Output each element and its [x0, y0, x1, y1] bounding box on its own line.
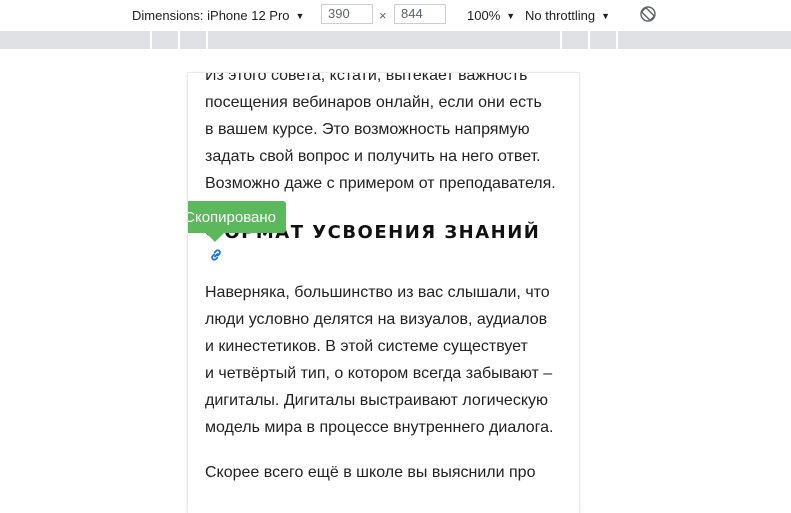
mobile-viewport: Из этого совета, кстати, вытекает важнос…: [188, 73, 579, 513]
rotate-button[interactable]: [639, 5, 657, 23]
anchor-link-button[interactable]: [208, 247, 224, 263]
paragraph-line: и четвёртый тип, о котором всегда забыва…: [205, 365, 553, 382]
media-query-ruler[interactable]: [0, 31, 791, 49]
times-symbol: ×: [379, 8, 387, 23]
ruler-tick: [150, 31, 152, 49]
ruler-tick: [588, 31, 590, 49]
article-paragraph-1: Из этого совета, кстати, вытекает важнос…: [205, 73, 565, 197]
chevron-down-icon: ▼: [601, 10, 611, 21]
chevron-down-icon: ▼: [295, 10, 305, 21]
throttling-label: No throttling: [525, 8, 596, 23]
link-icon: [211, 249, 221, 261]
paragraph-line: Скорее всего ещё в школе вы выяснили про: [205, 464, 536, 481]
paragraph-line: дигиталы. Дигиталы выстраивают логическу…: [205, 392, 548, 409]
ruler-tick: [616, 31, 618, 49]
article-paragraph-3: Скорее всего ещё в школе вы выяснили про: [205, 459, 565, 486]
dimensions-label: Dimensions: iPhone 12 Pro: [132, 8, 290, 23]
ruler-tick: [206, 31, 208, 49]
zoom-dropdown[interactable]: 100% ▼: [467, 0, 515, 31]
dimensions-dropdown[interactable]: Dimensions: iPhone 12 Pro ▼: [132, 0, 304, 31]
paragraph-line: модель мира в процессе внутреннего диало…: [205, 419, 554, 436]
paragraph-line: задать свой вопрос и получить на него от…: [205, 148, 541, 165]
paragraph-line: Наверняка, большинство из вас слышали, ч…: [205, 284, 550, 301]
ruler-tick: [560, 31, 562, 49]
rotate-icon: [640, 6, 656, 22]
device-toolbar: Dimensions: iPhone 12 Pro ▼ 390 × 844 10…: [0, 0, 791, 31]
paragraph-line: в вашем курсе. Это возможность напрямую: [205, 121, 530, 138]
copied-toast: Скопировано: [188, 201, 286, 233]
device-canvas: Из этого совета, кстати, вытекает важнос…: [0, 49, 791, 513]
width-input[interactable]: 390: [321, 4, 373, 24]
paragraph-line: люди условно делятся на визуалов, аудиал…: [205, 311, 548, 328]
zoom-label: 100%: [467, 8, 501, 23]
chevron-down-icon: ▼: [506, 10, 516, 21]
ruler-tick: [178, 31, 180, 49]
paragraph-line: Из этого совета, кстати, вытекает важнос…: [205, 73, 528, 84]
paragraph-line: посещения вебинаров онлайн, если они ест…: [205, 94, 542, 111]
throttling-dropdown[interactable]: No throttling ▼: [525, 0, 610, 31]
article-paragraph-2: Наверняка, большинство из вас слышали, ч…: [205, 279, 565, 441]
paragraph-line: Возможно даже с примером от преподавател…: [205, 175, 556, 192]
paragraph-line: и кинестетиков. В этой системе существуе…: [205, 338, 528, 355]
height-input[interactable]: 844: [394, 4, 446, 24]
toast-arrow: [206, 233, 224, 242]
